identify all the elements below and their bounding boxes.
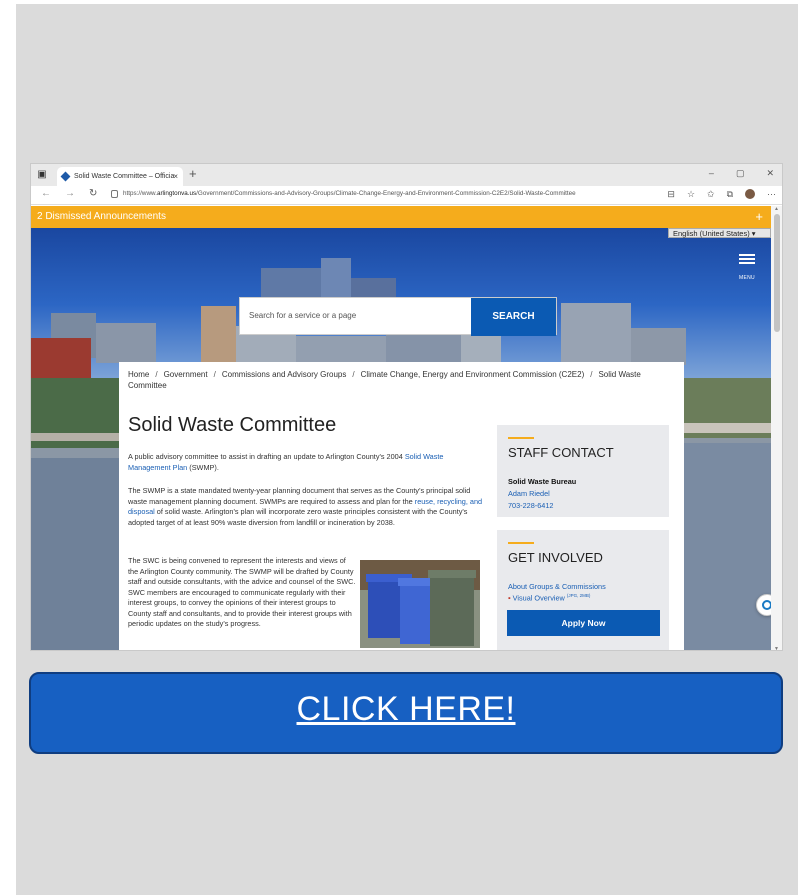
favorites-icon[interactable]: ✩: [707, 189, 715, 200]
contact-name-link[interactable]: Adam Riedel: [508, 489, 550, 498]
browser-toolbar: ⊟ ☆ ✩ ⧉ ···: [667, 189, 776, 200]
address-bar: ← → ↻ https://www.arlingtonva.us/Governm…: [31, 186, 782, 205]
visual-overview-label: Visual Overview: [512, 593, 565, 603]
staff-contact-heading: STAFF CONTACT: [508, 445, 614, 460]
site-search: Search for a service or a page SEARCH: [239, 297, 557, 336]
window-controls: – ▢ ✕: [709, 168, 774, 179]
breadcrumb-home[interactable]: Home: [128, 370, 149, 379]
breadcrumb-separator: /: [590, 370, 593, 379]
breadcrumb: Home / Government / Commissions and Advisory…: [128, 369, 673, 391]
back-icon[interactable]: ←: [41, 188, 51, 199]
close-window-icon[interactable]: ✕: [766, 168, 774, 179]
profile-avatar[interactable]: [745, 189, 755, 199]
menu-bar: [739, 262, 755, 264]
url-domain: arlingtonva.us: [156, 190, 197, 197]
main-content: Home / Government / Commissions and Advisory…: [119, 362, 684, 650]
swc-paragraph: The SWC is being convened to represent t…: [128, 556, 356, 628]
get-involved-card: GET INVOLVED About Groups & Commissions …: [497, 530, 669, 650]
scroll-up-icon[interactable]: ▲: [774, 206, 779, 212]
bureau-name: Solid Waste Bureau: [508, 477, 577, 486]
announcement-text: 2 Dismissed Announcements: [37, 211, 166, 222]
page-title: Solid Waste Committee: [128, 414, 337, 436]
contact-phone-link[interactable]: 703-228-6412: [508, 501, 553, 510]
url-path: /Government/Commissions-and-Advisory-Gro…: [196, 190, 576, 197]
file-size-note: (JPG, 2MB): [566, 593, 591, 598]
lock-icon: [111, 190, 118, 198]
click-here-button[interactable]: CLICK HERE!: [29, 672, 783, 754]
menu-bar: [739, 258, 755, 260]
minimize-icon[interactable]: –: [709, 168, 714, 179]
tab-actions-icon[interactable]: ▣: [37, 170, 47, 180]
search-input[interactable]: Search for a service or a page: [249, 311, 356, 320]
intro-paragraph: A public advisory committee to assist in…: [128, 452, 486, 473]
page-scrollbar[interactable]: ▲ ▼: [771, 206, 782, 650]
browser-tab[interactable]: Solid Waste Committee – Officia ×: [57, 167, 183, 186]
new-tab-icon[interactable]: +: [189, 166, 197, 181]
image-file-icon: ▪: [508, 593, 511, 603]
about-groups-link[interactable]: About Groups & Commissions: [508, 582, 606, 591]
url-field[interactable]: https://www.arlingtonva.us/Government/Co…: [123, 190, 576, 197]
refresh-icon[interactable]: ↻: [89, 188, 97, 199]
staff-contact-card: STAFF CONTACT Solid Waste Bureau Adam Ri…: [497, 425, 669, 517]
recycling-bins-image: [360, 560, 480, 648]
language-label: English (United States): [673, 229, 750, 238]
add-favorite-icon[interactable]: ☆: [687, 189, 695, 200]
site-favicon-icon: [60, 171, 71, 182]
collections-icon[interactable]: ⧉: [727, 189, 733, 200]
card-accent-rule: [508, 437, 534, 439]
apply-now-button[interactable]: Apply Now: [507, 610, 660, 636]
tab-close-icon[interactable]: ×: [173, 167, 178, 186]
breadcrumb-commissions[interactable]: Commissions and Advisory Groups: [222, 370, 347, 379]
breadcrumb-separator: /: [213, 370, 216, 379]
visual-overview-link[interactable]: ▪ Visual Overview (JPG, 2MB): [508, 593, 590, 602]
scroll-down-icon[interactable]: ▼: [774, 646, 779, 650]
menu-label: MENU: [739, 275, 755, 281]
more-icon[interactable]: ···: [767, 189, 776, 200]
menu-bar: [739, 254, 755, 256]
maximize-icon[interactable]: ▢: [736, 168, 745, 179]
forward-icon[interactable]: →: [65, 188, 75, 199]
expand-icon[interactable]: +: [755, 206, 763, 228]
url-prefix: https://www.: [123, 190, 157, 197]
tab-bar: ▣ Solid Waste Committee – Officia × + – …: [31, 164, 782, 186]
swmp-paragraph: The SWMP is a state mandated twenty-year…: [128, 486, 486, 528]
breadcrumb-separator: /: [352, 370, 355, 379]
announcement-bar[interactable]: 2 Dismissed Announcements +: [31, 206, 771, 228]
get-involved-heading: GET INVOLVED: [508, 550, 603, 565]
breadcrumb-separator: /: [155, 370, 158, 379]
card-accent-rule: [508, 542, 534, 544]
intro-text-end: (SWMP).: [187, 462, 219, 472]
breadcrumb-government[interactable]: Government: [164, 370, 208, 379]
language-select[interactable]: English (United States) ▾: [668, 228, 771, 238]
recycling-bins-photo: [360, 560, 480, 648]
search-button[interactable]: SEARCH: [471, 298, 556, 336]
browser-window: ▣ Solid Waste Committee – Officia × + – …: [30, 163, 783, 651]
click-here-label: CLICK HERE!: [296, 690, 516, 728]
menu-button[interactable]: MENU: [737, 252, 757, 284]
scrollbar-thumb[interactable]: [774, 214, 780, 332]
reader-view-icon[interactable]: ⊟: [667, 189, 675, 200]
intro-text: A public advisory committee to assist in…: [128, 452, 405, 461]
swmp-text-end: of solid waste. Arlington's plan will in…: [128, 507, 468, 527]
breadcrumb-c2e2[interactable]: Climate Change, Energy and Environment C…: [361, 370, 585, 379]
tab-title: Solid Waste Committee – Officia: [74, 173, 175, 180]
